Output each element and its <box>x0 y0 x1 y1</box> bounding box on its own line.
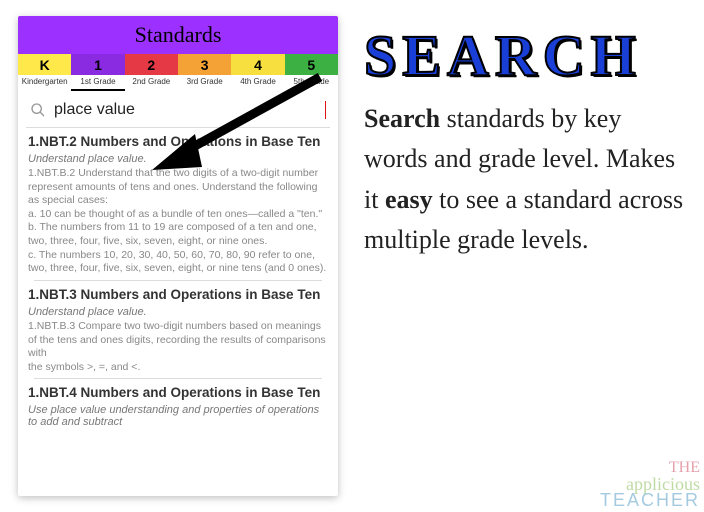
grade-tab-4[interactable]: 4 4th Grade <box>231 54 284 91</box>
grade-tab-label: 1st Grade <box>71 75 124 91</box>
promo-headline: SEARCH <box>364 22 684 89</box>
search-row <box>18 91 338 127</box>
grade-tab-num: 1 <box>71 54 124 75</box>
result-desc: 1.NBT.B.2 Understand that the two digits… <box>28 167 328 276</box>
grade-tab-label: Kindergarten <box>18 75 71 89</box>
grade-tab-num: 2 <box>125 54 178 75</box>
promo-panel: SEARCH Search standards by key words and… <box>338 0 704 512</box>
search-icon <box>30 102 46 118</box>
grade-tab-num: 3 <box>178 54 231 75</box>
app-title: Standards <box>18 16 338 54</box>
grade-tab-2[interactable]: 2 2nd Grade <box>125 54 178 91</box>
result-title: 1.NBT.3 Numbers and Operations in Base T… <box>28 287 328 304</box>
result-title: 1.NBT.4 Numbers and Operations in Base T… <box>28 385 328 402</box>
grade-tab-label: 2nd Grade <box>125 75 178 89</box>
grade-tab-num: 5 <box>285 54 338 75</box>
grade-tab-num: 4 <box>231 54 284 75</box>
grade-tab-label: 5th Grade <box>285 75 338 89</box>
promo-body: Search standards by key words and grade … <box>364 99 684 260</box>
text-cursor <box>325 101 326 119</box>
promo-em-easy: easy <box>385 185 433 214</box>
watermark-logo: THE applicious TEACHER <box>600 461 700 508</box>
grade-tab-k[interactable]: K Kindergarten <box>18 54 71 91</box>
result-subtitle: Understand place value. <box>28 153 328 165</box>
promo-em-search: Search <box>364 104 440 133</box>
grade-tab-label: 4th Grade <box>231 75 284 89</box>
grade-tab-3[interactable]: 3 3rd Grade <box>178 54 231 91</box>
grade-tab-5[interactable]: 5 5th Grade <box>285 54 338 91</box>
search-results: 1.NBT.2 Numbers and Operations in Base T… <box>18 128 338 496</box>
result-item[interactable]: 1.NBT.4 Numbers and Operations in Base T… <box>26 379 330 434</box>
result-subtitle: Use place value understanding and proper… <box>28 404 328 428</box>
grade-tabs: K Kindergarten 1 1st Grade 2 2nd Grade 3… <box>18 54 338 91</box>
result-desc: 1.NBT.B.3 Compare two two-digit numbers … <box>28 320 328 375</box>
result-subtitle: Understand place value. <box>28 306 328 318</box>
search-input[interactable] <box>54 101 323 119</box>
result-title: 1.NBT.2 Numbers and Operations in Base T… <box>28 134 328 151</box>
grade-tab-label: 3rd Grade <box>178 75 231 89</box>
result-item[interactable]: 1.NBT.3 Numbers and Operations in Base T… <box>26 281 330 378</box>
result-item[interactable]: 1.NBT.2 Numbers and Operations in Base T… <box>26 128 330 280</box>
grade-tab-1[interactable]: 1 1st Grade <box>71 54 124 91</box>
watermark-line: TEACHER <box>600 492 700 508</box>
grade-tab-num: K <box>18 54 71 75</box>
standards-app: Standards K Kindergarten 1 1st Grade 2 2… <box>18 16 338 496</box>
